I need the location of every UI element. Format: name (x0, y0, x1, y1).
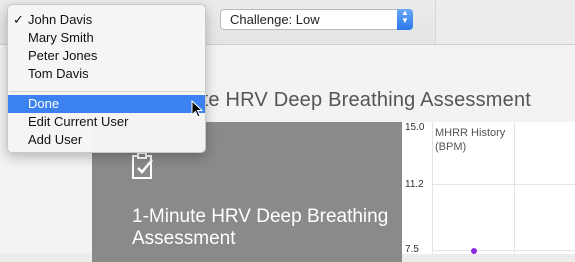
chart-title: MHRR History (BPM) (435, 127, 506, 153)
menu-item-label: Mary Smith (28, 30, 94, 45)
menu-item-label: Done (28, 96, 60, 111)
y-tick-label: 11.2 (405, 179, 424, 190)
menu-item-done[interactable]: Done (8, 95, 205, 113)
menu-item-label: John Davis (28, 12, 93, 27)
data-point (471, 248, 477, 254)
challenge-select[interactable]: Challenge: Low ▲ ▼ (220, 9, 413, 30)
clipboard-check-icon (132, 152, 153, 179)
menu-item-john-davis[interactable]: ✓ John Davis (8, 11, 205, 29)
menu-item-label: Add User (28, 132, 83, 147)
menu-item-tom-davis[interactable]: Tom Davis (8, 65, 205, 83)
menu-item-label: Tom Davis (28, 66, 89, 81)
mouse-pointer-icon (191, 100, 203, 118)
card-title: 1-Minute HRV Deep Breathing Assessment (132, 206, 389, 249)
menu-item-edit-current-user[interactable]: Edit Current User (8, 113, 205, 131)
challenge-select-label: Challenge: Low (230, 12, 320, 27)
select-arrows-icon[interactable]: ▲ ▼ (397, 9, 413, 30)
y-tick-label: 7.5 (405, 244, 419, 255)
page-title: nute HRV Deep Breathing Assessment (180, 89, 532, 111)
menu-separator (9, 91, 204, 92)
mhrr-history-chart: 15.0 11.2 7.5 MHRR History (BPM) (402, 122, 575, 255)
menu-item-add-user[interactable]: Add User (8, 131, 205, 149)
y-tick-label: 15.0 (405, 122, 425, 133)
user-menu: ✓ John Davis Mary Smith Peter Jones Tom … (7, 4, 206, 153)
toolbar-right-area (435, 0, 575, 44)
menu-item-label: Edit Current User (28, 114, 129, 129)
checkmark-icon: ✓ (13, 12, 24, 27)
menu-item-mary-smith[interactable]: Mary Smith (8, 29, 205, 47)
menu-item-peter-jones[interactable]: Peter Jones (8, 47, 205, 65)
menu-item-label: Peter Jones (28, 48, 98, 63)
